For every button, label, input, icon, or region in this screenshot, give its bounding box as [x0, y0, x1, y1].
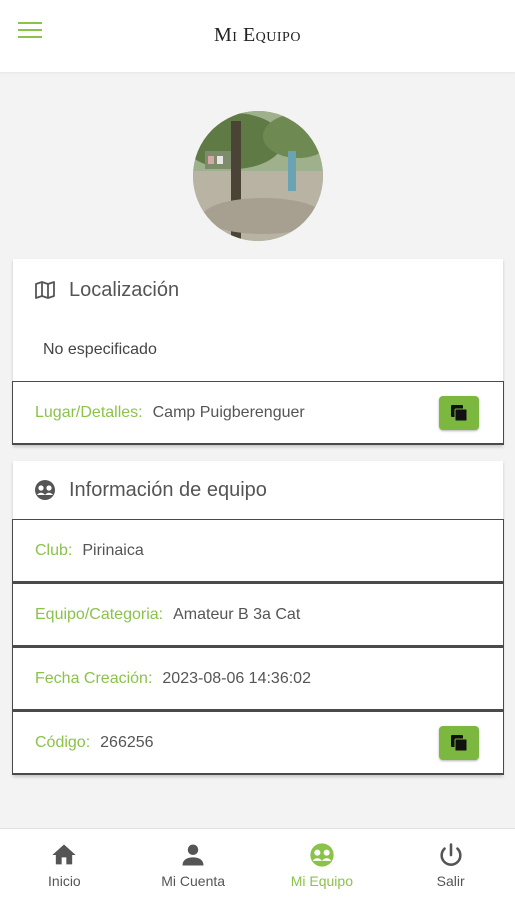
power-icon: [437, 841, 465, 869]
code-value: 266256: [100, 733, 154, 751]
nav-item-mi-equipo[interactable]: Mi Equipo: [258, 829, 387, 900]
page-title: Mi Equipo: [214, 24, 301, 46]
nav-label-inicio: Inicio: [48, 873, 81, 889]
copy-code-button[interactable]: [439, 726, 479, 760]
nav-item-inicio[interactable]: Inicio: [0, 829, 129, 900]
club-value: Pirinaica: [82, 541, 144, 559]
club-label: Club:: [35, 541, 73, 559]
nav-label-mi-equipo: Mi Equipo: [290, 873, 353, 889]
nav-label-salir: Salir: [436, 873, 465, 889]
nav-label-mi-cuenta: Mi Cuenta: [161, 873, 226, 889]
location-card-header: Localización: [13, 259, 503, 321]
category-label: Equipo/Categoria:: [35, 605, 164, 623]
club-row: Club: Pirinaica: [12, 519, 504, 583]
map-icon: [33, 278, 57, 302]
location-details-row: Lugar/Detalles: Camp Puigberenguer: [12, 381, 504, 445]
team-icon: [33, 478, 57, 502]
category-value: Amateur B 3a Cat: [173, 605, 301, 623]
copy-icon: [451, 735, 468, 752]
team-info-card: Información de equipo Club: Pirinaica Eq…: [12, 461, 504, 775]
nav-item-mi-cuenta[interactable]: Mi Cuenta: [129, 829, 258, 900]
location-details-label: Lugar/Detalles:: [35, 403, 143, 421]
app-header: Mi Equipo: [0, 0, 515, 72]
team-avatar: [193, 111, 323, 241]
copy-location-button[interactable]: [439, 396, 479, 430]
team-icon: [308, 841, 336, 869]
nav-item-salir[interactable]: Salir: [386, 829, 515, 900]
team-info-card-title: Información de equipo: [69, 478, 267, 501]
team-info-card-header: Información de equipo: [13, 461, 503, 519]
location-description: No especificado: [43, 341, 157, 358]
category-row: Equipo/Categoria: Amateur B 3a Cat: [12, 583, 504, 647]
copy-icon: [451, 405, 468, 422]
code-label: Código:: [35, 733, 91, 751]
creation-date-row: Fecha Creación: 2023-08-06 14:36:02: [12, 647, 504, 711]
creation-date-label: Fecha Creación:: [35, 669, 153, 687]
bottom-navigation: Inicio Mi Cuenta Mi Equipo Salir: [0, 828, 515, 900]
location-details-value: Camp Puigberenguer: [152, 403, 305, 421]
code-row: Código: 266256: [12, 711, 504, 775]
home-icon: [50, 841, 78, 869]
person-icon: [179, 841, 207, 869]
location-card-title: Localización: [69, 278, 180, 301]
creation-date-value: 2023-08-06 14:36:02: [162, 669, 311, 687]
location-card: Localización No especificado Lugar/Detal…: [12, 259, 504, 445]
